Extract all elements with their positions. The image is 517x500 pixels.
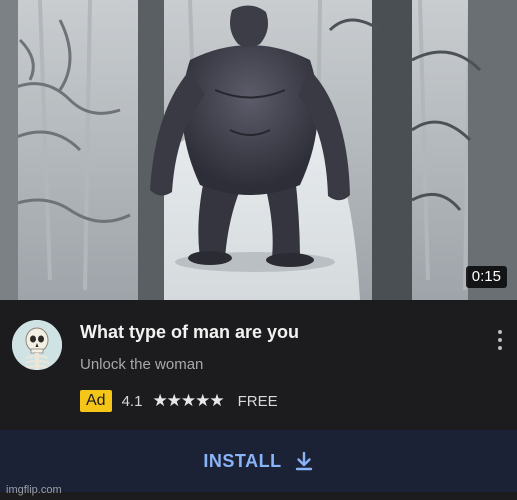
- app-rating: 4.1: [121, 392, 143, 410]
- rating-stars-icon: ★★★★★: [152, 391, 224, 410]
- install-label: INSTALL: [203, 450, 282, 471]
- ad-info[interactable]: What type of man are you Unlock the woma…: [0, 300, 517, 425]
- video-duration-badge: 0:15: [465, 266, 507, 288]
- ad-badge: Ad: [80, 390, 112, 412]
- skeleton-icon[interactable]: [12, 320, 62, 370]
- ad-meta-row: Ad 4.1 ★★★★★ FREE: [80, 389, 278, 413]
- video-ad-card[interactable]: 0:15 What type of man are you Unlock the…: [0, 0, 517, 500]
- app-price: FREE: [237, 392, 278, 410]
- install-button[interactable]: INSTALL: [0, 430, 517, 492]
- forest-scene-image: [0, 0, 517, 300]
- ad-subtitle: Unlock the woman: [80, 356, 204, 373]
- download-icon: [295, 451, 312, 471]
- more-vert-icon[interactable]: [493, 330, 507, 356]
- imgflip-watermark: imgflip.com: [6, 484, 62, 496]
- video-thumbnail[interactable]: 0:15: [0, 0, 517, 300]
- ad-title[interactable]: What type of man are you: [80, 322, 299, 343]
